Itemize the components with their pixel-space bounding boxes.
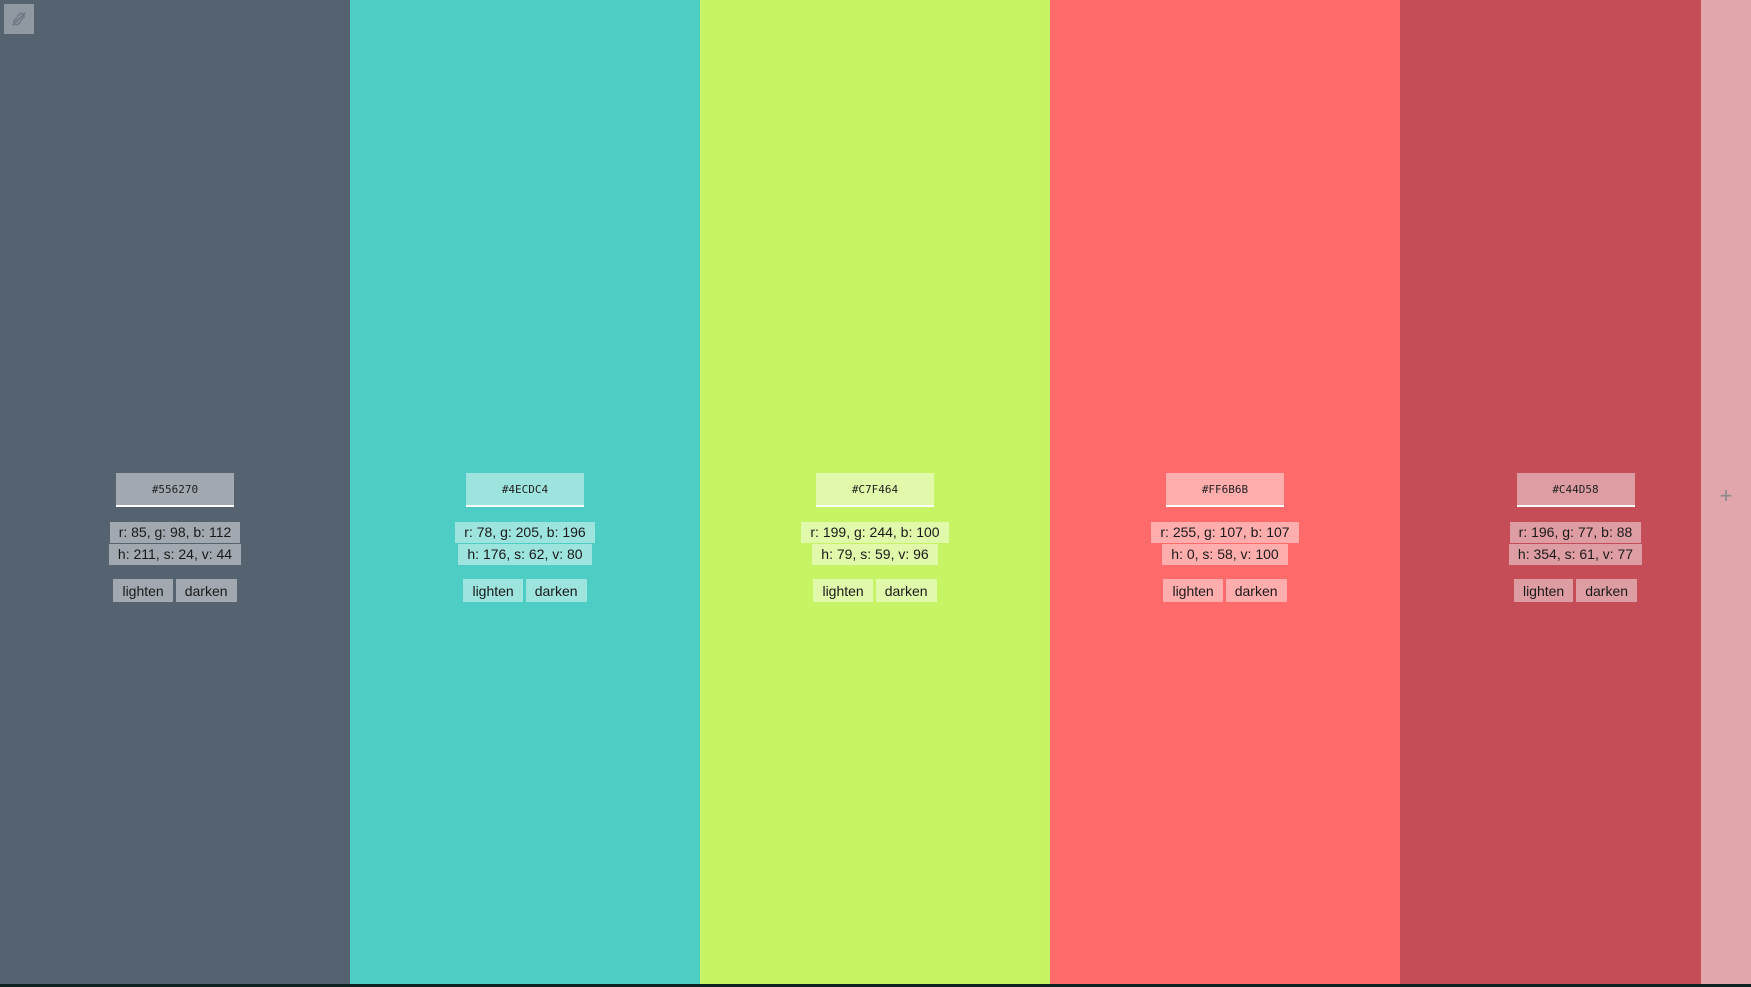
rgb-readout: r: 78, g: 205, b: 196	[455, 522, 595, 543]
link-toggle-button[interactable]	[4, 4, 34, 34]
hsv-readout: h: 176, s: 62, v: 80	[458, 544, 592, 565]
hsv-readout: h: 0, s: 58, v: 100	[1162, 544, 1288, 565]
darken-button[interactable]: darken	[175, 579, 237, 602]
darken-button[interactable]: darken	[1225, 579, 1287, 602]
add-swatch-strip[interactable]: +	[1701, 0, 1751, 984]
swatch-controls: r: 85, g: 98, b: 112 h: 211, s: 24, v: 4…	[0, 473, 350, 602]
swatch-controls: r: 78, g: 205, b: 196 h: 176, s: 62, v: …	[350, 473, 700, 602]
adjust-buttons: lighten darken	[463, 579, 587, 602]
rgb-readout: r: 199, g: 244, b: 100	[801, 522, 949, 543]
link-broken-icon	[12, 12, 26, 26]
rgb-readout: r: 255, g: 107, b: 107	[1151, 522, 1299, 543]
swatch-controls: r: 255, g: 107, b: 107 h: 0, s: 58, v: 1…	[1050, 473, 1400, 602]
lighten-button[interactable]: lighten	[463, 579, 523, 602]
swatch-controls: r: 199, g: 244, b: 100 h: 79, s: 59, v: …	[700, 473, 1050, 602]
hsv-readout: h: 211, s: 24, v: 44	[108, 544, 242, 565]
lighten-button[interactable]: lighten	[813, 579, 873, 602]
lighten-button[interactable]: lighten	[1163, 579, 1223, 602]
hsv-readout: h: 354, s: 61, v: 77	[1508, 544, 1643, 565]
swatch-columns: r: 85, g: 98, b: 112 h: 211, s: 24, v: 4…	[0, 0, 1701, 984]
darken-button[interactable]: darken	[875, 579, 937, 602]
lighten-button[interactable]: lighten	[113, 579, 173, 602]
rgb-readout: r: 196, g: 77, b: 88	[1509, 522, 1642, 543]
hex-input[interactable]	[816, 473, 934, 507]
rgb-readout: r: 85, g: 98, b: 112	[109, 522, 241, 543]
hex-input[interactable]	[1516, 473, 1635, 507]
hex-input[interactable]	[466, 473, 584, 507]
swatch-column[interactable]: r: 85, g: 98, b: 112 h: 211, s: 24, v: 4…	[0, 0, 350, 984]
lighten-button[interactable]: lighten	[1513, 579, 1574, 602]
color-readout: r: 85, g: 98, b: 112 h: 211, s: 24, v: 4…	[108, 522, 242, 565]
swatch-column[interactable]: r: 196, g: 77, b: 88 h: 354, s: 61, v: 7…	[1400, 0, 1701, 984]
adjust-buttons: lighten darken	[113, 579, 237, 602]
swatch-column[interactable]: r: 255, g: 107, b: 107 h: 0, s: 58, v: 1…	[1050, 0, 1400, 984]
adjust-buttons: lighten darken	[1163, 579, 1287, 602]
swatch-controls: r: 196, g: 77, b: 88 h: 354, s: 61, v: 7…	[1400, 473, 1751, 602]
swatch-column[interactable]: r: 199, g: 244, b: 100 h: 79, s: 59, v: …	[700, 0, 1050, 984]
adjust-buttons: lighten darken	[1513, 579, 1638, 602]
adjust-buttons: lighten darken	[813, 579, 937, 602]
hex-input[interactable]	[1166, 473, 1284, 507]
palette-app: r: 85, g: 98, b: 112 h: 211, s: 24, v: 4…	[0, 0, 1751, 987]
color-readout: r: 199, g: 244, b: 100 h: 79, s: 59, v: …	[801, 522, 949, 565]
add-swatch-icon[interactable]: +	[1720, 483, 1733, 509]
color-readout: r: 196, g: 77, b: 88 h: 354, s: 61, v: 7…	[1508, 522, 1643, 565]
color-readout: r: 255, g: 107, b: 107 h: 0, s: 58, v: 1…	[1151, 522, 1299, 565]
hsv-readout: h: 79, s: 59, v: 96	[812, 544, 938, 565]
swatch-column[interactable]: r: 78, g: 205, b: 196 h: 176, s: 62, v: …	[350, 0, 700, 984]
darken-button[interactable]: darken	[525, 579, 587, 602]
hex-input[interactable]	[116, 473, 234, 507]
color-readout: r: 78, g: 205, b: 196 h: 176, s: 62, v: …	[455, 522, 595, 565]
darken-button[interactable]: darken	[1576, 579, 1638, 602]
